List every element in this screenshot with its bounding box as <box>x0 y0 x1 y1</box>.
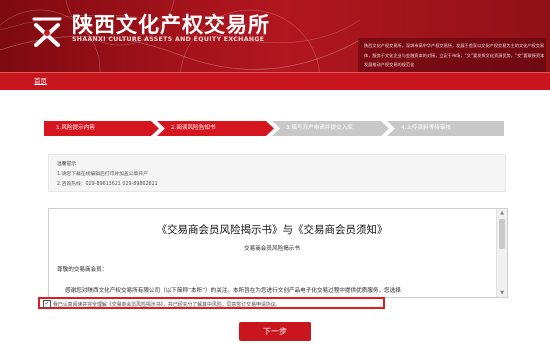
intro-line: 体，服务于文化企业与金融资本的对接，立足于市场，“文”要发挥文化资源优势，“交”… <box>364 52 544 58</box>
step-4-label: 4.上传资料等待审核 <box>401 125 452 131</box>
agreement-body: 感谢您对陕西文化产权交易所有限公司（以下简称“本所”）的关注。本所旨在为您进行文… <box>65 288 401 294</box>
logo-title: 陕西文化产权交易所 <box>72 13 270 37</box>
consent-checkbox[interactable]: ✓ <box>43 300 51 308</box>
step-3-label: 3.填写开户申请并提交入库 <box>286 125 353 131</box>
scroll-up-icon[interactable]: ▲ <box>499 210 505 216</box>
nav-home-link[interactable]: 首页 <box>34 73 47 90</box>
agreement-greeting: 尊敬的交易商会员： <box>57 267 108 273</box>
notice-title: 温馨提示 <box>57 162 77 167</box>
nav-bar: 首页 <box>0 72 550 90</box>
scroll-thumb[interactable] <box>499 219 505 249</box>
logo-icon <box>32 17 62 47</box>
logo-subtitle: SHAANXI CULTURE ASSETS AND EQUITY EXCHAN… <box>72 36 265 43</box>
agreement-scrollbar[interactable]: ▲ ▼ <box>496 209 507 297</box>
header-banner: 陕西文化产权交易所 SHAANXI CULTURE ASSETS AND EQU… <box>0 0 550 72</box>
agreement-title: 《交易商会员风险揭示书》与《交易商会员须知》 <box>156 224 388 236</box>
intro-line: 发展推动产权交易的规范化 <box>364 62 415 67</box>
next-step-button[interactable]: 下一步 <box>239 322 311 341</box>
step-progress: 1.风险提示内容 2.阅读风险告知书 3.填写开户申请并提交入库 4.上传资料等… <box>44 121 504 136</box>
agreement-subtitle: 交易商会员风险揭示书 <box>244 246 300 252</box>
notice-line-1: 1.请您下载在线编辑后打印并加盖公章开户 <box>57 172 148 177</box>
intro-text: 陕西文化产权交易所，深圳市高中华产权交易所，发展于首家以文化产权交易为主的文化产… <box>364 41 544 70</box>
scroll-down-icon[interactable]: ▼ <box>499 290 505 296</box>
agreement-scroll-box[interactable]: 《交易商会员风险揭示书》与《交易商会员须知》 交易商会员风险揭示书 尊敬的交易商… <box>48 208 508 298</box>
step-2-label: 2.阅读风险告知书 <box>171 125 216 131</box>
notice-box: 温馨提示 1.请您下载在线编辑后打印并加盖公章开户 2.咨询热线：029-896… <box>48 154 506 192</box>
notice-line-2: 2.咨询热线：029-89613621 029-89862621 <box>57 182 158 187</box>
consent-row: ✓ 我已认真阅读并完全理解《交易商会员风险揭示书》，并已经充分了解其中风险，同意… <box>38 297 385 309</box>
step-1-label: 1.风险提示内容 <box>56 125 95 131</box>
intro-line: 陕西文化产权交易所，深圳市高中华产权交易所，发展于首家以文化产权交易为主的文化产… <box>364 43 544 48</box>
consent-text: 我已认真阅读并完全理解《交易商会员风险揭示书》，并已经充分了解其中风险，同意签订… <box>53 301 281 308</box>
